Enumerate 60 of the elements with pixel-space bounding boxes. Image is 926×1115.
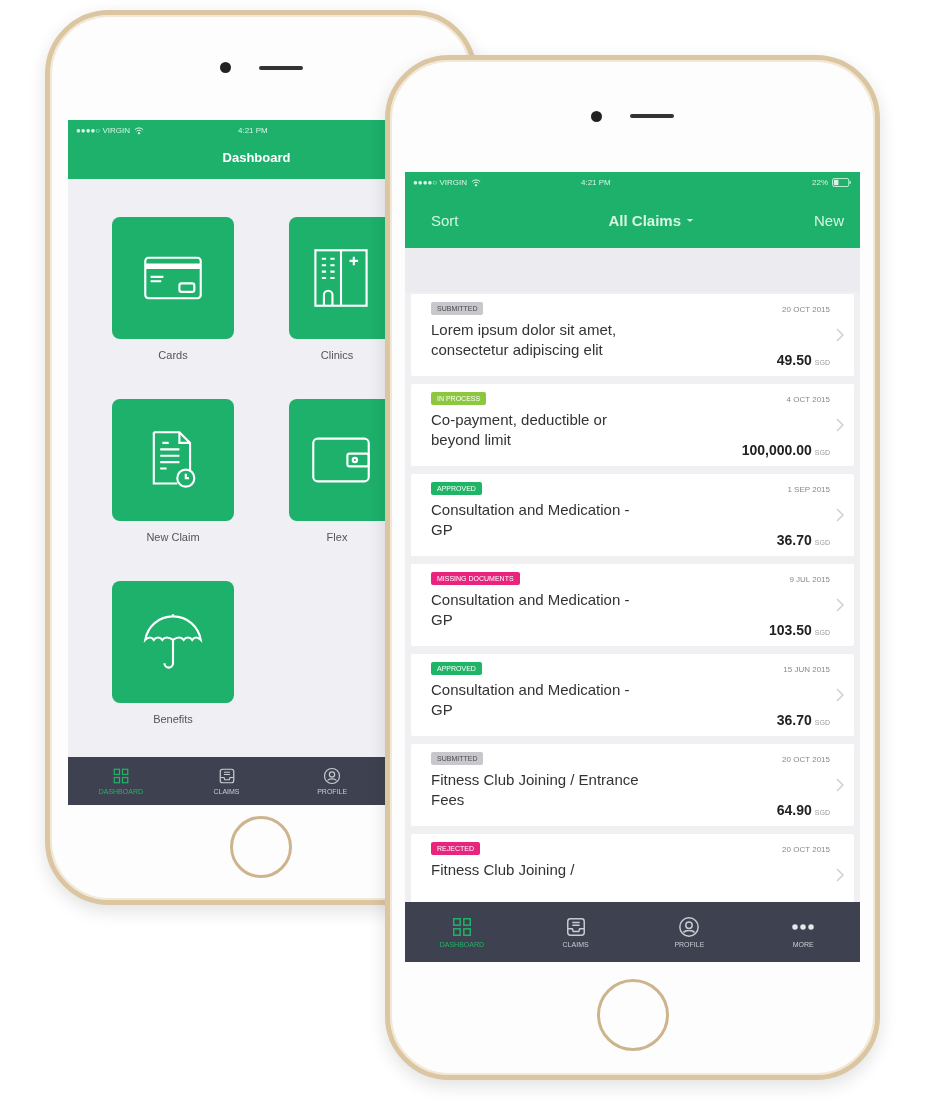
wifi-icon (133, 125, 144, 135)
speaker-icon (258, 65, 303, 70)
status-time: 4:21 PM (580, 177, 611, 187)
tile-label: New Claim (146, 531, 200, 543)
claim-title: Lorem ipsum dolor sit amet, consectetur adipiscing elit (431, 320, 618, 360)
profile-icon (678, 916, 701, 938)
carrier-label: ●●●●○ VIRGIN (413, 177, 467, 187)
claim-title: Fitness Club Joining / Entrance Fees (431, 770, 640, 810)
claim-date: 1 SEP 2015 (787, 485, 830, 494)
tile-label: Benefits (153, 713, 193, 725)
chevron-icon (836, 688, 844, 702)
claim-amount: 49.50 (776, 352, 812, 368)
dashboard-tile[interactable] (289, 217, 385, 339)
claim-amount: 100,000.00 (741, 442, 812, 458)
dashboard-tile[interactable] (112, 581, 234, 703)
chevron-icon (836, 868, 844, 882)
screen-title: Dashboard (221, 149, 292, 167)
camera-icon (219, 62, 231, 73)
claim-title: Consultation and Medication - GP (431, 590, 631, 630)
tray-icon (217, 767, 236, 785)
tile-label: Cards (158, 349, 188, 361)
chevron-icon (836, 328, 844, 342)
claim-amount: 36.70 (776, 712, 812, 728)
home-button[interactable] (596, 979, 669, 1051)
dashboard-tile[interactable] (112, 399, 234, 521)
tile-label: Clinics (320, 349, 354, 361)
battery-icon (832, 177, 852, 187)
profile-icon (323, 767, 342, 785)
claim-title: Co-payment, deductible or beyond limit (431, 410, 608, 450)
camera-icon (591, 110, 602, 122)
dashboard-tile[interactable] (289, 399, 385, 521)
chevron-icon (836, 598, 844, 612)
wifi-icon (470, 177, 481, 187)
battery-label: 22% (812, 177, 828, 187)
chevron-icon (836, 508, 844, 522)
claim-title: Consultation and Medication - GP (431, 500, 631, 540)
claim-date: 20 OCT 2015 (782, 845, 830, 854)
chevron-icon (836, 418, 844, 432)
tray-icon (564, 916, 587, 938)
chevron-icon (836, 778, 844, 792)
carrier-label: ●●●●○ VIRGIN (76, 125, 130, 135)
claim-amount: 103.50 (769, 622, 812, 638)
grid-icon (111, 767, 130, 785)
claim-date: 9 JUL 2015 (789, 575, 830, 584)
more-icon (792, 924, 815, 930)
claim-date: 20 OCT 2015 (782, 305, 830, 314)
dashboard-tile[interactable] (112, 217, 234, 339)
claim-title: Consultation and Medication - GP (431, 680, 631, 720)
claim-amount: 64.90 (776, 802, 812, 818)
claim-date: 15 JUN 2015 (783, 665, 830, 674)
claim-title: Fitness Club Joining / (431, 860, 576, 880)
home-button[interactable] (230, 816, 292, 878)
claim-date: 20 OCT 2015 (782, 755, 830, 764)
speaker-icon (630, 114, 674, 118)
claim-date: 4 OCT 2015 (786, 395, 830, 404)
status-time: 4:21 PM (237, 125, 268, 135)
grid-icon (450, 916, 473, 938)
tile-label: Flex (326, 531, 348, 543)
caret-icon (686, 217, 694, 223)
claim-amount: 36.70 (776, 532, 812, 548)
